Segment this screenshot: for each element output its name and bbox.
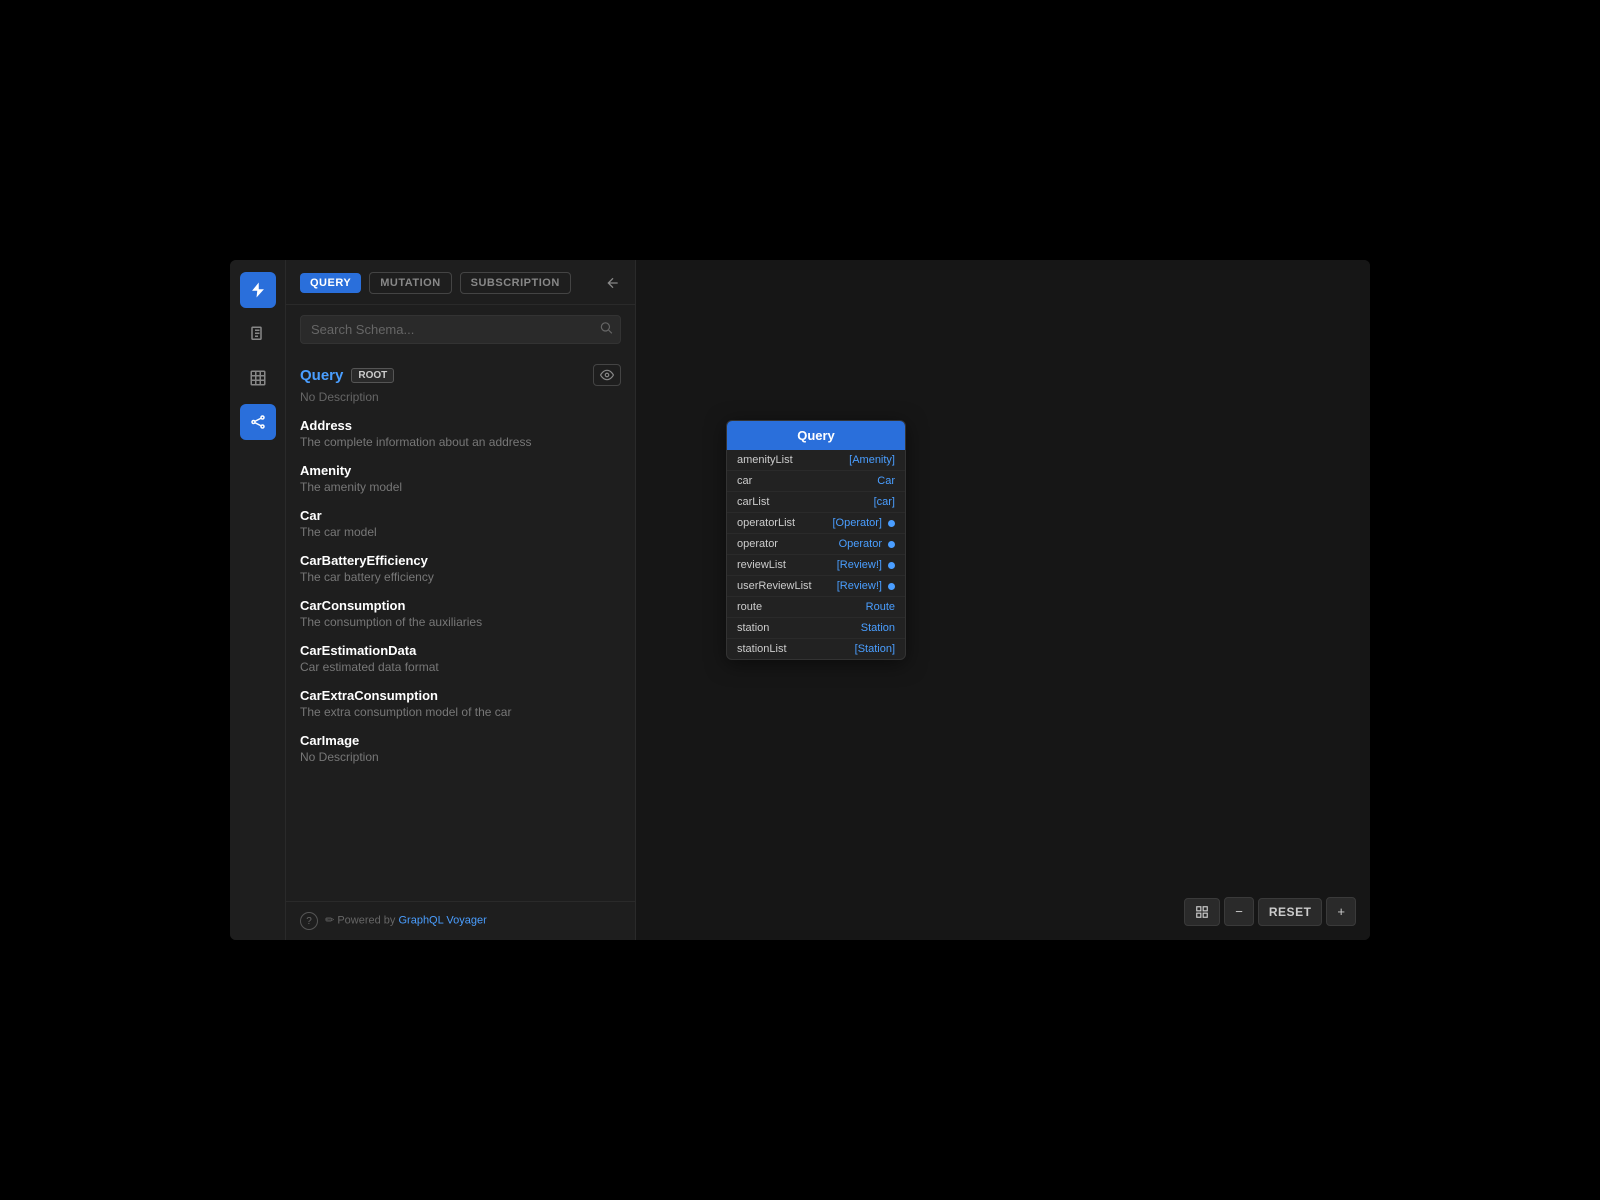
query-node-row[interactable]: amenityList [Amenity] [727,450,905,471]
row-dot [888,541,895,548]
lightning-btn[interactable] [240,272,276,308]
query-node-row[interactable]: operator Operator [727,534,905,555]
row-type: Route [866,601,895,613]
row-type: Operator [839,538,882,550]
schema-item-desc: The extra consumption model of the car [300,705,621,719]
search-box [300,315,621,344]
schema-item[interactable]: CarEstimationData Car estimated data for… [300,643,621,674]
schema-item-desc: The consumption of the auxiliaries [300,615,621,629]
row-name: operatorList [737,517,795,529]
schema-item-desc: Car estimated data format [300,660,621,674]
schema-item-desc: The car battery efficiency [300,570,621,584]
row-type: [Amenity] [849,454,895,466]
collapse-btn[interactable] [605,275,621,291]
row-dot [888,562,895,569]
query-node-header: Query [727,421,905,450]
table-btn[interactable] [240,360,276,396]
root-badge: ROOT [351,368,394,383]
root-no-description: No Description [300,390,621,404]
row-dot [888,520,895,527]
schema-item[interactable]: Address The complete information about a… [300,418,621,449]
row-type: [Review!] [837,580,882,592]
schema-items-list: Address The complete information about a… [300,418,621,764]
schema-item-desc: The amenity model [300,480,621,494]
zoom-out-btn[interactable]: − [1224,897,1254,926]
schema-item[interactable]: CarBatteryEfficiency The car battery eff… [300,553,621,584]
sidebar-header: QUERY MUTATION SUBSCRIPTION [286,260,635,305]
row-name: carList [737,496,769,508]
search-icon [599,320,613,339]
row-type: [Review!] [837,559,882,571]
query-tab[interactable]: QUERY [300,273,361,293]
row-type: [Station] [855,643,895,655]
query-node-row[interactable]: carList [car] [727,492,905,513]
row-type: [Operator] [832,517,882,529]
reset-btn[interactable]: RESET [1258,898,1323,926]
row-name: station [737,622,769,634]
query-node-row[interactable]: reviewList [Review!] [727,555,905,576]
schema-item-desc: No Description [300,750,621,764]
app-container: QUERY MUTATION SUBSCRIPTION Query ROOT [230,260,1370,940]
schema-item-name: CarConsumption [300,598,621,613]
row-name: amenityList [737,454,793,466]
row-name: reviewList [737,559,786,571]
schema-item[interactable]: CarExtraConsumption The extra consumptio… [300,688,621,719]
schema-item[interactable]: CarConsumption The consumption of the au… [300,598,621,629]
grid-btn[interactable] [1184,898,1220,926]
voyager-link[interactable]: GraphQL Voyager [398,915,486,927]
query-node-row[interactable]: station Station [727,618,905,639]
row-name: car [737,475,752,487]
row-type: [car] [874,496,895,508]
eye-btn[interactable] [593,364,621,386]
search-input[interactable] [300,315,621,344]
connect-btn[interactable] [240,404,276,440]
schema-item[interactable]: CarImage No Description [300,733,621,764]
query-title-row: Query ROOT [300,367,394,384]
sidebar-footer: ? ✏ Powered by GraphQL Voyager [286,901,635,940]
query-node: Query amenityList [Amenity] car Car carL… [726,420,906,660]
minus-icon: − [1235,904,1243,919]
schema-item-name: CarEstimationData [300,643,621,658]
schema-item-name: CarExtraConsumption [300,688,621,703]
query-header: Query ROOT [300,364,621,386]
row-type: Car [877,475,895,487]
schema-item-name: Amenity [300,463,621,478]
subscription-tab[interactable]: SUBSCRIPTION [460,272,571,294]
sidebar-content: Query ROOT No Description Address The co… [286,354,635,901]
query-node-rows: amenityList [Amenity] car Car carList [c… [727,450,905,659]
sidebar: QUERY MUTATION SUBSCRIPTION Query ROOT [286,260,636,940]
schema-item-name: CarBatteryEfficiency [300,553,621,568]
schema-item-name: Car [300,508,621,523]
mutation-tab[interactable]: MUTATION [369,272,451,294]
schema-item-name: Address [300,418,621,433]
row-name: stationList [737,643,787,655]
icon-bar [230,260,286,940]
powered-by-text: ✏ Powered by [325,915,398,927]
schema-item-name: CarImage [300,733,621,748]
query-title: Query [300,367,343,384]
main-canvas: Query amenityList [Amenity] car Car carL… [636,260,1370,940]
schema-item-desc: The complete information about an addres… [300,435,621,449]
query-node-row[interactable]: car Car [727,471,905,492]
query-node-row[interactable]: route Route [727,597,905,618]
row-name: operator [737,538,778,550]
bottom-controls: − RESET + [1184,897,1356,926]
zoom-in-btn[interactable]: + [1326,897,1356,926]
schema-item-desc: The car model [300,525,621,539]
row-name: route [737,601,762,613]
query-node-row[interactable]: operatorList [Operator] [727,513,905,534]
row-name: userReviewList [737,580,812,592]
row-dot [888,583,895,590]
query-node-row[interactable]: stationList [Station] [727,639,905,659]
row-type: Station [861,622,895,634]
plus-icon: + [1337,904,1345,919]
schema-item[interactable]: Amenity The amenity model [300,463,621,494]
docs-btn[interactable] [240,316,276,352]
query-node-row[interactable]: userReviewList [Review!] [727,576,905,597]
schema-item[interactable]: Car The car model [300,508,621,539]
help-icon: ? [300,912,318,930]
